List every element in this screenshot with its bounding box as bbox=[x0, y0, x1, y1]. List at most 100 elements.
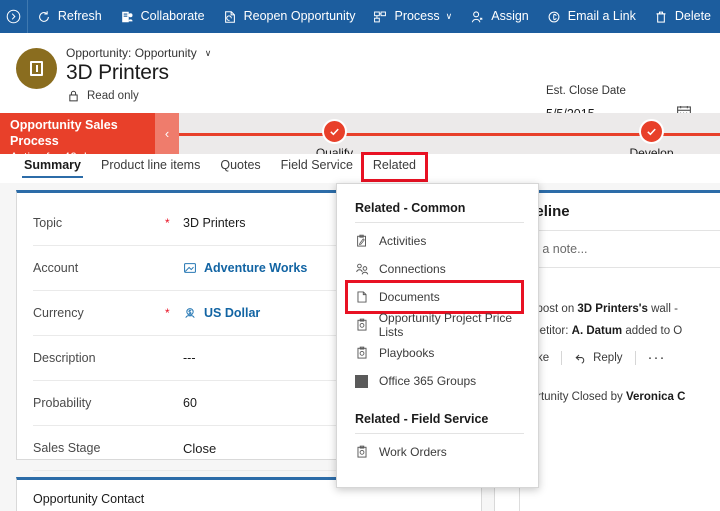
post-subject: A. Datum bbox=[571, 325, 623, 337]
timeline-post-line: Opportunity Closed by Veronica C bbox=[509, 385, 720, 409]
field-label: Probability bbox=[33, 396, 92, 410]
required-asterisk: * bbox=[165, 216, 170, 230]
assign-label: Assign bbox=[491, 9, 529, 24]
timeline-post-line: Auto-post on 3D Printers's wall - bbox=[509, 298, 720, 320]
field-label: Currency bbox=[33, 306, 84, 320]
stage-complete-icon[interactable] bbox=[322, 119, 347, 144]
account-link-label: Adventure Works bbox=[204, 261, 308, 275]
tab-related[interactable]: Related bbox=[360, 152, 429, 182]
process-name-panel[interactable]: Opportunity Sales Process Active for 46 … bbox=[0, 113, 155, 164]
flyout-item-playbooks[interactable]: Playbooks bbox=[337, 339, 538, 367]
chevron-down-icon: ∨ bbox=[204, 47, 212, 58]
more-ellipsis-icon[interactable]: ··· bbox=[648, 350, 666, 365]
delete-trash-icon bbox=[654, 10, 668, 24]
field-value-description[interactable]: --- bbox=[183, 351, 196, 365]
email-a-link-label: Email a Link bbox=[567, 9, 636, 24]
process-collapse-button[interactable]: ‹ bbox=[155, 113, 179, 154]
flyout-item-activities[interactable]: Activities bbox=[337, 227, 538, 255]
reply-arrow-icon bbox=[574, 352, 587, 365]
documents-page-icon bbox=[355, 290, 379, 304]
tab-label: Related bbox=[372, 158, 416, 172]
field-value-sales-stage[interactable]: Close bbox=[183, 441, 216, 456]
delete-label: Delete bbox=[674, 9, 711, 24]
field-label: Sales Stage bbox=[33, 441, 101, 455]
process-icon bbox=[373, 10, 387, 24]
tab-label: Field Service bbox=[280, 158, 353, 172]
read-only-label: Read only bbox=[87, 90, 139, 102]
reopen-opportunity-label: Reopen Opportunity bbox=[243, 9, 356, 24]
tab-product-line-items[interactable]: Product line items bbox=[91, 154, 210, 180]
timeline-post-actions: Like Reply ··· bbox=[509, 350, 720, 365]
flyout-item-documents[interactable]: Documents bbox=[337, 280, 538, 314]
collaborate-icon bbox=[120, 10, 134, 24]
field-value-probability[interactable]: 60 bbox=[183, 396, 197, 410]
process-stage-develop[interactable]: Develop bbox=[629, 119, 674, 160]
flyout-item-label: Activities bbox=[379, 234, 427, 248]
account-icon bbox=[183, 261, 197, 275]
post-subject: 3D Printers's bbox=[577, 303, 648, 315]
post-text: added to O bbox=[622, 325, 683, 337]
est-close-date-label: Est. Close Date bbox=[546, 85, 626, 97]
field-label: Account bbox=[33, 261, 79, 275]
process-stage-qualify[interactable]: Qualify bbox=[316, 119, 353, 160]
process-label: Process bbox=[394, 9, 440, 24]
chevron-right-circle-icon bbox=[6, 9, 21, 24]
divider bbox=[561, 351, 563, 365]
playbooks-clipboard-icon bbox=[355, 346, 379, 360]
process-button[interactable]: Process ∨ bbox=[364, 0, 461, 33]
connections-people-icon bbox=[355, 262, 379, 276]
record-type-selector[interactable]: Opportunity: Opportunity ∨ bbox=[66, 46, 211, 60]
opportunity-avatar-icon bbox=[30, 61, 43, 76]
reopen-opportunity-button[interactable]: Reopen Opportunity bbox=[214, 0, 365, 33]
tab-label: Summary bbox=[24, 158, 81, 172]
flyout-item-work-orders[interactable]: Work Orders bbox=[337, 438, 538, 466]
command-bar: Refresh Collaborate Reopen Opportunity P… bbox=[0, 0, 720, 33]
check-icon bbox=[647, 128, 656, 136]
refresh-button[interactable]: Refresh bbox=[28, 0, 111, 33]
timeline-post-amount: $0.00 bbox=[509, 409, 720, 433]
field-value-topic[interactable]: 3D Printers bbox=[183, 216, 246, 230]
assign-button[interactable]: Assign bbox=[461, 0, 538, 33]
activities-clipboard-icon bbox=[355, 234, 379, 248]
collaborate-button[interactable]: Collaborate bbox=[111, 0, 214, 33]
command-bar-expander-button[interactable] bbox=[0, 0, 28, 33]
flyout-item-label: Documents bbox=[379, 290, 440, 304]
field-label: Description bbox=[33, 351, 96, 365]
post-subject: Veronica C bbox=[625, 391, 686, 403]
chevron-down-icon: ∨ bbox=[445, 11, 453, 21]
flyout-item-label: Opportunity Project Price Lists bbox=[378, 311, 513, 339]
record-type-label: Opportunity: Opportunity bbox=[66, 46, 197, 60]
divider bbox=[355, 433, 524, 434]
refresh-label: Refresh bbox=[57, 9, 102, 24]
work-orders-clipboard-icon bbox=[355, 445, 379, 459]
record-header: Opportunity: Opportunity ∨ 3D Printers R… bbox=[0, 33, 720, 121]
tab-summary[interactable]: Summary bbox=[14, 154, 91, 180]
office365-groups-icon bbox=[355, 374, 379, 388]
currency-link-label: US Dollar bbox=[204, 306, 261, 320]
read-only-status: Read only bbox=[68, 90, 139, 102]
flyout-item-opportunity-project-price-lists[interactable]: Opportunity Project Price Lists bbox=[337, 311, 538, 339]
divider bbox=[355, 222, 524, 223]
delete-button[interactable]: Delete bbox=[645, 0, 720, 33]
process-name: Opportunity Sales Process bbox=[10, 118, 118, 148]
form-tab-strip: Summary Product line items Quotes Field … bbox=[0, 152, 720, 183]
related-flyout-menu: Related - Common Activities Connections bbox=[336, 183, 539, 488]
flyout-item-office-365-groups[interactable]: Office 365 Groups bbox=[337, 367, 538, 395]
reply-label: Reply bbox=[593, 352, 623, 364]
business-process-flow: Opportunity Sales Process Active for 46 … bbox=[0, 113, 720, 164]
email-a-link-button[interactable]: Email a Link bbox=[538, 0, 645, 33]
divider bbox=[634, 351, 636, 365]
tab-field-service[interactable]: Field Service bbox=[271, 154, 363, 180]
currency-icon bbox=[183, 306, 197, 320]
field-value-currency[interactable]: US Dollar bbox=[183, 306, 260, 320]
stage-complete-icon[interactable] bbox=[639, 119, 664, 144]
field-label: Topic bbox=[33, 216, 63, 230]
field-value-account[interactable]: Adventure Works bbox=[183, 261, 307, 275]
flyout-item-connections[interactable]: Connections bbox=[337, 255, 538, 283]
page-title: 3D Printers bbox=[66, 61, 169, 84]
email-link-icon bbox=[547, 10, 561, 24]
post-text: wall - bbox=[647, 303, 678, 315]
price-list-clipboard-icon bbox=[355, 318, 379, 332]
tab-quotes[interactable]: Quotes bbox=[210, 154, 270, 180]
reply-button[interactable]: Reply bbox=[574, 352, 623, 365]
